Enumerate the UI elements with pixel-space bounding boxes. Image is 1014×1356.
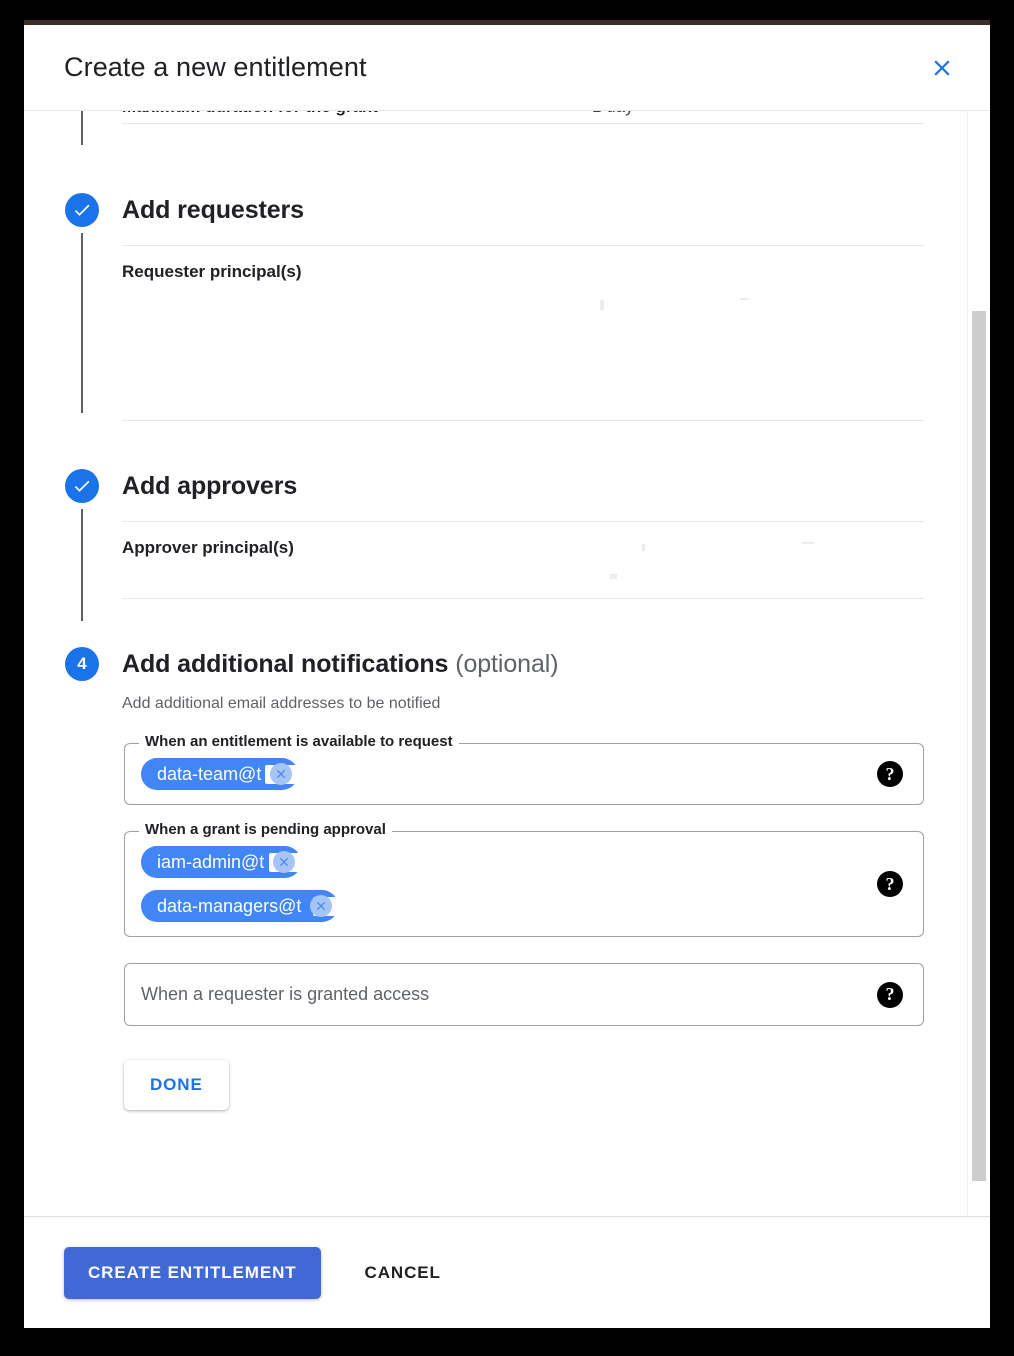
step-title-text: Add additional notifications — [122, 650, 449, 678]
notify-pending-approval-legend: When a grant is pending approval — [139, 821, 392, 838]
screenshot-root: Create a new entitlement Maximum duratio… — [0, 0, 1014, 1356]
divider — [122, 123, 924, 124]
notification-fields: When an entitlement is available to requ… — [122, 733, 924, 1110]
notify-pending-approval-field[interactable]: When a grant is pending approval iam-adm… — [124, 821, 924, 937]
approver-principals-content[interactable] — [122, 542, 924, 580]
max-duration-row: Maximum duration for the grant 1 day — [24, 111, 964, 145]
requester-principals-content[interactable] — [122, 282, 924, 402]
dialog-header: Create a new entitlement — [24, 25, 990, 111]
step-add-approvers: Add approvers Approver principal(s) — [24, 469, 964, 621]
email-chip[interactable]: data-team@t — [141, 758, 430, 790]
cancel-button[interactable]: CANCEL — [357, 1247, 449, 1299]
step-title-notifications: Add additional notifications (optional) — [122, 647, 924, 681]
step-add-requesters: Add requesters Requester principal(s) — [24, 193, 964, 421]
email-chip-label: data-managers@t — [157, 895, 302, 916]
email-chip[interactable]: iam-admin@t — [141, 846, 439, 878]
redaction-bar — [313, 897, 485, 916]
step-title-optional: (optional) — [455, 650, 559, 678]
divider — [122, 245, 924, 246]
approver-principals-label: Approver principal(s) — [122, 538, 294, 557]
email-chip[interactable]: data-managers@t — [141, 890, 485, 922]
email-chip-label: iam-admin@t — [157, 851, 265, 872]
dialog-scroll-body: Maximum duration for the grant 1 day — [24, 111, 990, 1216]
chip-list: iam-admin@t data-managers@t — [141, 846, 853, 922]
page-title: Create a new entitlement — [64, 52, 367, 82]
create-entitlement-dialog: Create a new entitlement Maximum duratio… — [24, 20, 990, 1328]
step-number-badge: 4 — [65, 647, 99, 681]
step-subtitle-notifications: Add additional email addresses to be not… — [122, 695, 441, 712]
check-circle-icon — [65, 193, 99, 227]
step-title-requesters: Add requesters — [122, 196, 304, 224]
chip-list: data-team@t — [141, 758, 853, 790]
dialog-footer: CREATE ENTITLEMENT CANCEL — [24, 1216, 990, 1328]
notify-granted-access-field[interactable]: When a requester is granted access ? — [124, 963, 924, 1026]
notify-available-to-request-field[interactable]: When an entitlement is available to requ… — [124, 733, 924, 805]
help-icon[interactable]: ? — [877, 761, 903, 787]
help-icon[interactable]: ? — [877, 981, 903, 1008]
scrollbar-thumb[interactable] — [972, 311, 986, 1181]
done-button[interactable]: DONE — [124, 1060, 229, 1110]
scroll-content: Maximum duration for the grant 1 day — [24, 111, 964, 1150]
divider — [122, 598, 924, 599]
requester-principals-label: Requester principal(s) — [122, 262, 302, 281]
step-marker-requesters — [64, 193, 100, 227]
max-duration-value: 1 day — [592, 111, 634, 117]
max-duration-label: Maximum duration for the grant — [122, 111, 592, 117]
notify-granted-access-placeholder: When a requester is granted access — [141, 984, 430, 1004]
step-marker-notifications: 4 — [64, 647, 100, 681]
check-circle-icon — [65, 469, 99, 503]
step-marker-approvers — [64, 469, 100, 503]
create-entitlement-button[interactable]: CREATE ENTITLEMENT — [64, 1246, 321, 1299]
scrollbar-track[interactable] — [967, 111, 990, 1216]
close-icon[interactable] — [922, 48, 962, 88]
divider — [122, 420, 924, 421]
help-icon[interactable]: ? — [877, 871, 903, 897]
notify-available-to-request-legend: When an entitlement is available to requ… — [139, 733, 459, 750]
email-chip-label: data-team@t — [157, 763, 262, 784]
step-add-notifications: 4 Add additional notifications (optional… — [24, 647, 964, 1110]
divider — [122, 521, 924, 522]
step-title-approvers: Add approvers — [122, 472, 298, 500]
